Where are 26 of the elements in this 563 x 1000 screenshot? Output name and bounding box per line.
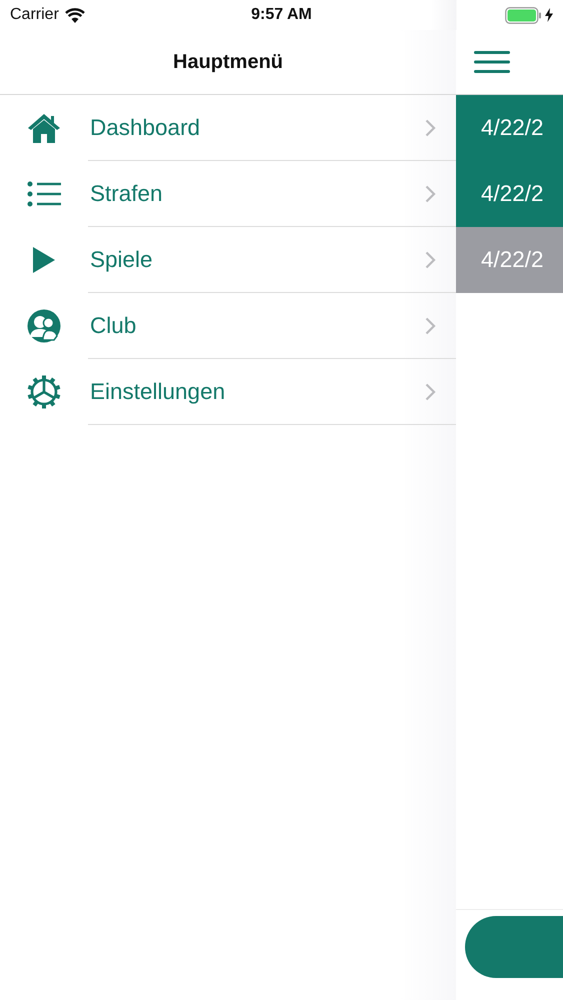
chevron-icon — [425, 251, 436, 269]
list-icon — [27, 181, 61, 207]
chevron-icon — [425, 383, 436, 401]
menu-item-label[interactable]: Dashboard — [90, 115, 425, 141]
menu-item-label[interactable]: Club — [90, 313, 425, 339]
date-row[interactable]: 4/22/2 — [456, 161, 563, 227]
people-icon — [27, 309, 61, 343]
chevron-icon — [425, 119, 436, 137]
date-row[interactable]: 4/22/2 — [456, 227, 563, 293]
menu-icon[interactable] — [474, 50, 510, 74]
menu-item-label[interactable]: Strafen — [90, 181, 425, 207]
battery-icon — [505, 6, 542, 24]
menu-title: Hauptmenü — [173, 50, 283, 74]
carrier-name: Carrier — [10, 6, 59, 24]
chevron-icon — [425, 185, 436, 203]
menu-item-label[interactable]: Einstellungen — [90, 379, 425, 405]
action-button[interactable] — [465, 916, 563, 978]
play-icon — [33, 247, 55, 273]
charging-icon — [545, 8, 553, 22]
menu-item-label[interactable]: Spiele — [90, 247, 425, 273]
chevron-icon — [425, 317, 436, 335]
clock-time: 9:57 AM — [251, 6, 312, 23]
wifi-icon — [64, 8, 85, 22]
home-icon — [27, 111, 61, 145]
gear-icon — [27, 375, 61, 409]
date-row[interactable]: 4/22/2 — [456, 95, 563, 161]
